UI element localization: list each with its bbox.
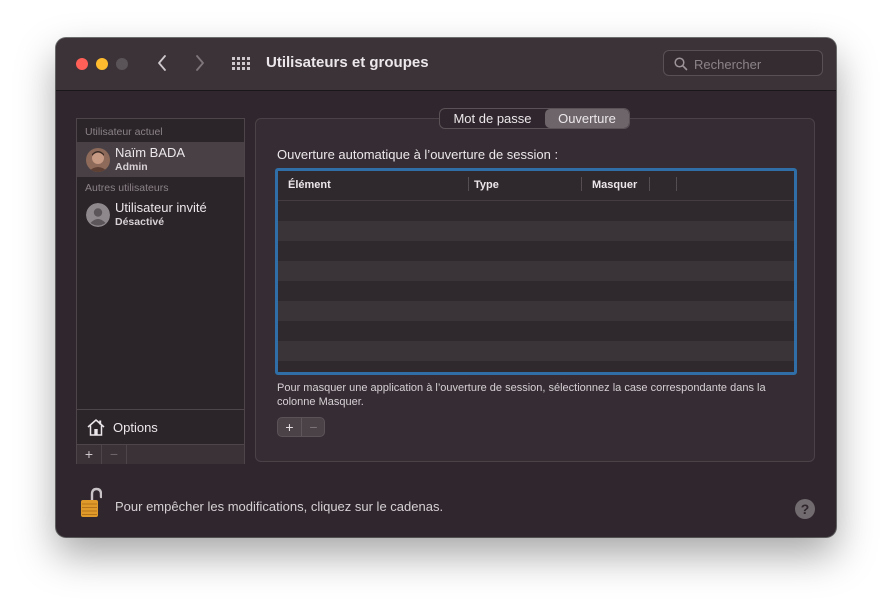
search-input[interactable]	[692, 54, 820, 74]
home-icon	[87, 419, 105, 436]
tab-password[interactable]: Mot de passe	[440, 109, 545, 128]
add-login-item-button[interactable]: +	[278, 418, 302, 436]
table-header: Élément Type Masquer	[278, 171, 794, 201]
table-body	[278, 201, 794, 361]
search-icon	[674, 57, 688, 71]
other-users-section-label: Autres utilisateurs	[85, 182, 169, 194]
table-row	[278, 201, 794, 221]
column-header-item[interactable]: Élément	[288, 179, 331, 191]
show-all-grid-icon[interactable]	[232, 55, 251, 74]
preferences-window: Utilisateurs et groupes Utilisateur actu…	[56, 38, 836, 537]
column-divider	[468, 177, 469, 191]
column-divider	[581, 177, 582, 191]
table-row	[278, 301, 794, 321]
tab-segmented-control: Mot de passe Ouverture	[439, 108, 630, 129]
help-button[interactable]: ?	[795, 499, 815, 519]
minimize-button[interactable]	[96, 58, 108, 70]
back-button[interactable]	[156, 53, 168, 73]
tab-login-items[interactable]: Ouverture	[545, 109, 629, 128]
user-avatar	[86, 148, 110, 172]
user-add-remove-bar: + −	[77, 444, 244, 464]
lock-icon[interactable]	[80, 487, 102, 519]
options-label: Options	[113, 420, 158, 435]
guest-avatar-icon	[86, 203, 110, 227]
current-user-section-label: Utilisateur actuel	[85, 126, 163, 138]
column-divider	[676, 177, 677, 191]
login-items-heading: Ouverture automatique à l’ouverture de s…	[277, 147, 559, 162]
login-items-help-text: Pour masquer une application à l’ouvertu…	[277, 382, 766, 408]
lock-message: Pour empêcher les modifications, cliquez…	[115, 499, 444, 514]
table-row	[278, 221, 794, 241]
guest-user-name: Utilisateur invité	[115, 200, 207, 215]
current-user-role: Admin	[115, 161, 148, 173]
table-row	[278, 341, 794, 361]
user-row-current[interactable]: Naïm BADA Admin	[77, 142, 244, 177]
close-button[interactable]	[76, 58, 88, 70]
user-row-guest[interactable]: Utilisateur invité Désactivé	[77, 197, 244, 232]
guest-user-status: Désactivé	[115, 216, 165, 228]
login-items-add-remove: + −	[277, 417, 325, 437]
remove-login-item-button[interactable]: −	[302, 418, 324, 436]
zoom-button[interactable]	[116, 58, 128, 70]
table-row	[278, 281, 794, 301]
search-field[interactable]	[663, 50, 823, 76]
table-row	[278, 241, 794, 261]
table-row	[278, 321, 794, 341]
forward-button[interactable]	[194, 53, 206, 73]
current-user-name: Naïm BADA	[115, 145, 186, 160]
remove-user-button[interactable]: −	[102, 445, 127, 464]
column-header-type[interactable]: Type	[474, 179, 499, 191]
title-bar: Utilisateurs et groupes	[56, 38, 836, 91]
chevron-right-icon	[196, 55, 204, 71]
add-user-button[interactable]: +	[77, 445, 102, 464]
login-items-table[interactable]: Élément Type Masquer	[275, 168, 797, 375]
login-options-button[interactable]: Options	[77, 409, 244, 445]
window-title: Utilisateurs et groupes	[266, 54, 429, 71]
column-divider	[649, 177, 650, 191]
table-row	[278, 261, 794, 281]
column-header-hide[interactable]: Masquer	[592, 179, 637, 191]
chevron-left-icon	[158, 55, 166, 71]
users-list: Utilisateur actuel Naïm BADA Admin Autre…	[76, 118, 245, 464]
